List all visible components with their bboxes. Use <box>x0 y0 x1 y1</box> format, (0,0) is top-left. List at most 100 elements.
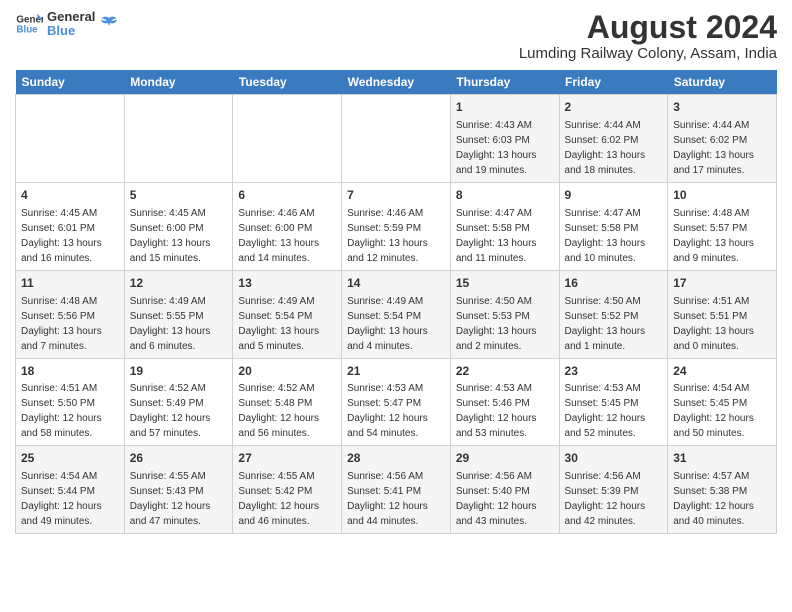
page-header: General Blue General Blue August 2024 Lu… <box>15 10 777 62</box>
day-info: Sunrise: 4:56 AM Sunset: 5:40 PM Dayligh… <box>456 471 537 527</box>
day-info: Sunrise: 4:49 AM Sunset: 5:54 PM Dayligh… <box>347 296 428 352</box>
calendar-cell: 21Sunrise: 4:53 AM Sunset: 5:47 PM Dayli… <box>342 358 451 446</box>
calendar-cell: 27 Sunrise: 4:55 AM Sunset: 5:42 PM Dayli… <box>233 446 342 534</box>
header-wednesday: Wednesday <box>342 70 451 95</box>
logo-bird-icon <box>99 14 119 34</box>
day-info: Sunrise: 4:49 AM Sunset: 5:54 PM Dayligh… <box>238 296 319 352</box>
calendar-cell: 19Sunrise: 4:52 AM Sunset: 5:49 PM Dayli… <box>124 358 233 446</box>
calendar-cell: 23 Sunrise: 4:53 AM Sunset: 5:45 PM Dayli… <box>559 358 668 446</box>
day-info: Sunrise: 4:51 AM Sunset: 5:50 PM Dayligh… <box>21 383 102 439</box>
calendar-cell: 17 Sunrise: 4:51 AM Sunset: 5:51 PM Dayli… <box>668 270 777 358</box>
day-info: Sunrise: 4:45 AM Sunset: 6:01 PM Dayligh… <box>21 208 102 264</box>
calendar-cell: 22Sunrise: 4:53 AM Sunset: 5:46 PM Dayli… <box>450 358 559 446</box>
day-info: Sunrise: 4:45 AM Sunset: 6:00 PM Dayligh… <box>130 208 211 264</box>
day-number: 28 <box>347 450 445 467</box>
day-info: Sunrise: 4:48 AM Sunset: 5:56 PM Dayligh… <box>21 296 102 352</box>
calendar-cell: 13 Sunrise: 4:49 AM Sunset: 5:54 PM Dayli… <box>233 270 342 358</box>
day-number: 24 <box>673 363 771 380</box>
logo-blue: Blue <box>47 24 95 38</box>
logo-icon: General Blue <box>15 10 43 38</box>
day-info: Sunrise: 4:53 AM Sunset: 5:45 PM Dayligh… <box>565 383 646 439</box>
calendar-cell: 2 Sunrise: 4:44 AM Sunset: 6:02 PM Daylig… <box>559 95 668 183</box>
calendar-cell: 12 Sunrise: 4:49 AM Sunset: 5:55 PM Dayli… <box>124 270 233 358</box>
day-info: Sunrise: 4:54 AM Sunset: 5:44 PM Dayligh… <box>21 471 102 527</box>
day-info: Sunrise: 4:43 AM Sunset: 6:03 PM Dayligh… <box>456 120 537 176</box>
calendar-cell: 25 Sunrise: 4:54 AM Sunset: 5:44 PM Dayli… <box>16 446 125 534</box>
logo-general: General <box>47 10 95 24</box>
day-number: 31 <box>673 450 771 467</box>
calendar-header-row: SundayMondayTuesdayWednesdayThursdayFrid… <box>16 70 777 95</box>
calendar-cell: 8 Sunrise: 4:47 AM Sunset: 5:58 PM Daylig… <box>450 182 559 270</box>
calendar-cell: 29Sunrise: 4:56 AM Sunset: 5:40 PM Dayli… <box>450 446 559 534</box>
day-info: Sunrise: 4:50 AM Sunset: 5:52 PM Dayligh… <box>565 296 646 352</box>
day-number: 3 <box>673 99 771 116</box>
logo: General Blue General Blue <box>15 10 119 39</box>
day-info: Sunrise: 4:44 AM Sunset: 6:02 PM Dayligh… <box>565 120 646 176</box>
day-number: 17 <box>673 275 771 292</box>
calendar-cell: 7Sunrise: 4:46 AM Sunset: 5:59 PM Daylig… <box>342 182 451 270</box>
day-number: 12 <box>130 275 228 292</box>
day-info: Sunrise: 4:52 AM Sunset: 5:48 PM Dayligh… <box>238 383 319 439</box>
calendar-cell <box>124 95 233 183</box>
week-row-2: 11 Sunrise: 4:48 AM Sunset: 5:56 PM Dayli… <box>16 270 777 358</box>
week-row-4: 25 Sunrise: 4:54 AM Sunset: 5:44 PM Dayli… <box>16 446 777 534</box>
day-info: Sunrise: 4:46 AM Sunset: 5:59 PM Dayligh… <box>347 208 428 264</box>
day-number: 15 <box>456 275 554 292</box>
header-sunday: Sunday <box>16 70 125 95</box>
calendar-cell: 30Sunrise: 4:56 AM Sunset: 5:39 PM Dayli… <box>559 446 668 534</box>
day-number: 25 <box>21 450 119 467</box>
day-number: 9 <box>565 187 663 204</box>
page-subtitle: Lumding Railway Colony, Assam, India <box>519 45 777 62</box>
page-title: August 2024 <box>519 10 777 45</box>
day-info: Sunrise: 4:50 AM Sunset: 5:53 PM Dayligh… <box>456 296 537 352</box>
day-info: Sunrise: 4:46 AM Sunset: 6:00 PM Dayligh… <box>238 208 319 264</box>
day-number: 19 <box>130 363 228 380</box>
day-info: Sunrise: 4:55 AM Sunset: 5:42 PM Dayligh… <box>238 471 319 527</box>
calendar-cell: 6Sunrise: 4:46 AM Sunset: 6:00 PM Daylig… <box>233 182 342 270</box>
day-info: Sunrise: 4:57 AM Sunset: 5:38 PM Dayligh… <box>673 471 754 527</box>
day-number: 11 <box>21 275 119 292</box>
day-info: Sunrise: 4:51 AM Sunset: 5:51 PM Dayligh… <box>673 296 754 352</box>
calendar-cell: 10Sunrise: 4:48 AM Sunset: 5:57 PM Dayli… <box>668 182 777 270</box>
calendar-cell <box>16 95 125 183</box>
calendar-cell: 16 Sunrise: 4:50 AM Sunset: 5:52 PM Dayli… <box>559 270 668 358</box>
calendar-cell: 26 Sunrise: 4:55 AM Sunset: 5:43 PM Dayli… <box>124 446 233 534</box>
calendar-cell: 9 Sunrise: 4:47 AM Sunset: 5:58 PM Daylig… <box>559 182 668 270</box>
week-row-1: 4Sunrise: 4:45 AM Sunset: 6:01 PM Daylig… <box>16 182 777 270</box>
day-number: 1 <box>456 99 554 116</box>
calendar-cell: 1 Sunrise: 4:43 AM Sunset: 6:03 PM Daylig… <box>450 95 559 183</box>
calendar-cell <box>342 95 451 183</box>
day-number: 14 <box>347 275 445 292</box>
day-info: Sunrise: 4:47 AM Sunset: 5:58 PM Dayligh… <box>565 208 646 264</box>
svg-text:Blue: Blue <box>16 25 38 36</box>
title-block: August 2024 Lumding Railway Colony, Assa… <box>519 10 777 62</box>
day-info: Sunrise: 4:53 AM Sunset: 5:46 PM Dayligh… <box>456 383 537 439</box>
day-info: Sunrise: 4:55 AM Sunset: 5:43 PM Dayligh… <box>130 471 211 527</box>
header-monday: Monday <box>124 70 233 95</box>
calendar-cell: 14 Sunrise: 4:49 AM Sunset: 5:54 PM Dayli… <box>342 270 451 358</box>
header-friday: Friday <box>559 70 668 95</box>
day-info: Sunrise: 4:47 AM Sunset: 5:58 PM Dayligh… <box>456 208 537 264</box>
calendar-cell: 28 Sunrise: 4:56 AM Sunset: 5:41 PM Dayli… <box>342 446 451 534</box>
week-row-0: 1 Sunrise: 4:43 AM Sunset: 6:03 PM Daylig… <box>16 95 777 183</box>
day-number: 10 <box>673 187 771 204</box>
day-number: 20 <box>238 363 336 380</box>
day-number: 13 <box>238 275 336 292</box>
day-info: Sunrise: 4:56 AM Sunset: 5:39 PM Dayligh… <box>565 471 646 527</box>
calendar-table: SundayMondayTuesdayWednesdayThursdayFrid… <box>15 70 777 534</box>
day-number: 26 <box>130 450 228 467</box>
calendar-cell: 18Sunrise: 4:51 AM Sunset: 5:50 PM Dayli… <box>16 358 125 446</box>
calendar-cell: 3 Sunrise: 4:44 AM Sunset: 6:02 PM Daylig… <box>668 95 777 183</box>
day-number: 21 <box>347 363 445 380</box>
calendar-cell: 24Sunrise: 4:54 AM Sunset: 5:45 PM Dayli… <box>668 358 777 446</box>
day-number: 5 <box>130 187 228 204</box>
day-number: 2 <box>565 99 663 116</box>
calendar-cell: 11 Sunrise: 4:48 AM Sunset: 5:56 PM Dayli… <box>16 270 125 358</box>
day-number: 16 <box>565 275 663 292</box>
day-info: Sunrise: 4:44 AM Sunset: 6:02 PM Dayligh… <box>673 120 754 176</box>
day-number: 8 <box>456 187 554 204</box>
day-number: 23 <box>565 363 663 380</box>
day-number: 27 <box>238 450 336 467</box>
day-info: Sunrise: 4:49 AM Sunset: 5:55 PM Dayligh… <box>130 296 211 352</box>
day-info: Sunrise: 4:56 AM Sunset: 5:41 PM Dayligh… <box>347 471 428 527</box>
